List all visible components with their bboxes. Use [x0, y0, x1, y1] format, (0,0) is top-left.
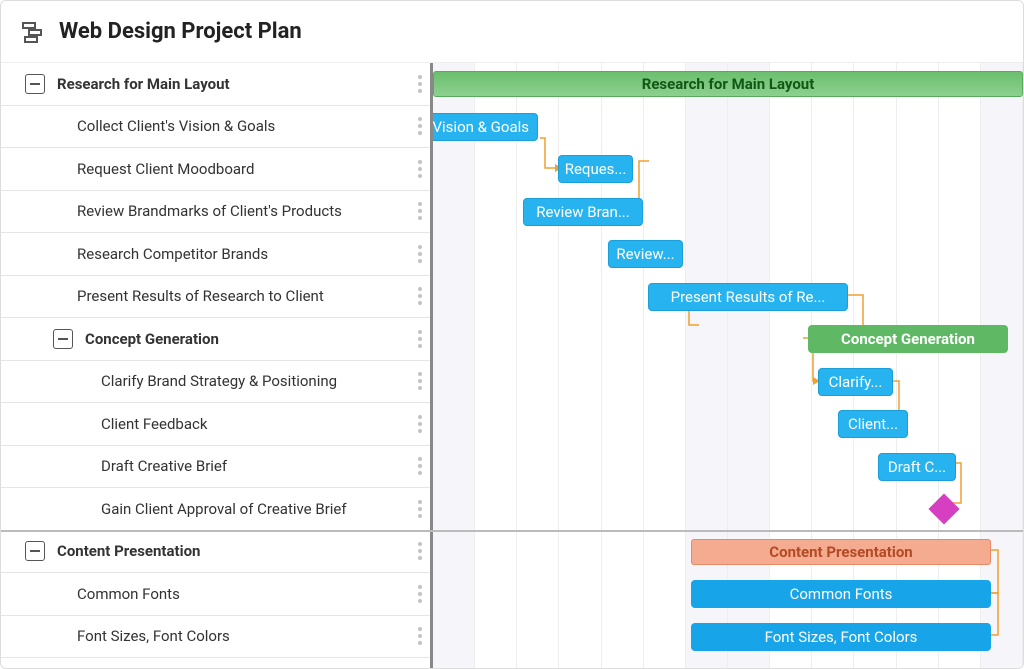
gantt-icon: [21, 20, 45, 44]
kebab-icon[interactable]: [418, 372, 422, 390]
task-row[interactable]: Request Client Moodboard: [1, 148, 430, 191]
gantt-bar-group[interactable]: Content Presentation: [691, 539, 991, 565]
kebab-icon[interactable]: [418, 202, 422, 220]
row-label: Common Fonts: [77, 585, 410, 603]
kebab-icon[interactable]: [418, 415, 422, 433]
task-list-panel: Research for Main Layout Collect Client'…: [1, 63, 433, 668]
gantt-panel[interactable]: Research for Main Layout s Vision & Goal…: [433, 63, 1023, 668]
row-label: Research Competitor Brands: [77, 245, 410, 263]
gantt-milestone[interactable]: [928, 493, 959, 524]
row-label: Font Sizes, Font Colors: [77, 627, 410, 645]
collapse-button[interactable]: [25, 74, 45, 94]
gantt-bar[interactable]: Draft C...: [878, 453, 956, 481]
row-label: Request Client Moodboard: [77, 160, 410, 178]
page-title: Web Design Project Plan: [59, 19, 302, 44]
gantt-bar[interactable]: Review...: [608, 240, 683, 268]
gantt-bar[interactable]: Review Bran...: [523, 198, 643, 226]
row-label: Client Feedback: [101, 415, 410, 433]
kebab-icon[interactable]: [418, 117, 422, 135]
task-row[interactable]: Research Competitor Brands: [1, 233, 430, 276]
gantt-bar[interactable]: s Vision & Goals: [433, 113, 538, 141]
kebab-icon[interactable]: [418, 627, 422, 645]
collapse-button[interactable]: [53, 329, 73, 349]
row-label: Concept Generation: [85, 330, 410, 348]
collapse-button[interactable]: [25, 541, 45, 561]
task-row[interactable]: Font Sizes, Font Colors: [1, 616, 430, 659]
row-label: Content Presentation: [57, 542, 410, 560]
group-row[interactable]: Research for Main Layout: [1, 63, 430, 106]
task-row[interactable]: Client Feedback: [1, 403, 430, 446]
task-row[interactable]: Clarify Brand Strategy & Positioning: [1, 361, 430, 404]
row-label: Draft Creative Brief: [101, 457, 410, 475]
kebab-icon[interactable]: [418, 457, 422, 475]
row-label: Present Results of Research to Client: [77, 287, 410, 305]
task-row[interactable]: Collect Client's Vision & Goals: [1, 106, 430, 149]
gantt-bar[interactable]: Reques...: [558, 155, 633, 183]
kebab-icon[interactable]: [418, 330, 422, 348]
group-row[interactable]: Content Presentation: [1, 531, 430, 574]
kebab-icon[interactable]: [418, 585, 422, 603]
task-row[interactable]: Review Brandmarks of Client's Products: [1, 191, 430, 234]
row-label: Review Brandmarks of Client's Products: [77, 202, 410, 220]
row-label: Research for Main Layout: [57, 75, 410, 93]
header: Web Design Project Plan: [1, 1, 1023, 63]
gantt-bar[interactable]: Client...: [838, 410, 908, 438]
kebab-icon[interactable]: [418, 75, 422, 93]
group-row[interactable]: Concept Generation: [1, 318, 430, 361]
gantt-bar[interactable]: Font Sizes, Font Colors: [691, 623, 991, 651]
kebab-icon[interactable]: [418, 542, 422, 560]
row-label: Clarify Brand Strategy & Positioning: [101, 372, 410, 390]
row-label: Gain Client Approval of Creative Brief: [101, 500, 410, 518]
kebab-icon[interactable]: [418, 287, 422, 305]
kebab-icon[interactable]: [418, 500, 422, 518]
gantt-bar[interactable]: Clarify...: [818, 368, 893, 396]
gantt-bar-group[interactable]: Concept Generation: [808, 325, 1008, 353]
kebab-icon[interactable]: [418, 245, 422, 263]
gantt-bar[interactable]: Present Results of Re...: [648, 283, 848, 311]
gantt-bar[interactable]: Common Fonts: [691, 580, 991, 608]
row-label: Collect Client's Vision & Goals: [77, 117, 410, 135]
section-divider: [1, 530, 1023, 532]
task-row[interactable]: Gain Client Approval of Creative Brief: [1, 488, 430, 531]
task-row[interactable]: Present Results of Research to Client: [1, 276, 430, 319]
task-row[interactable]: Common Fonts: [1, 573, 430, 616]
gantt-bar-group[interactable]: Research for Main Layout: [433, 71, 1023, 97]
task-row[interactable]: Draft Creative Brief: [1, 446, 430, 489]
kebab-icon[interactable]: [418, 160, 422, 178]
